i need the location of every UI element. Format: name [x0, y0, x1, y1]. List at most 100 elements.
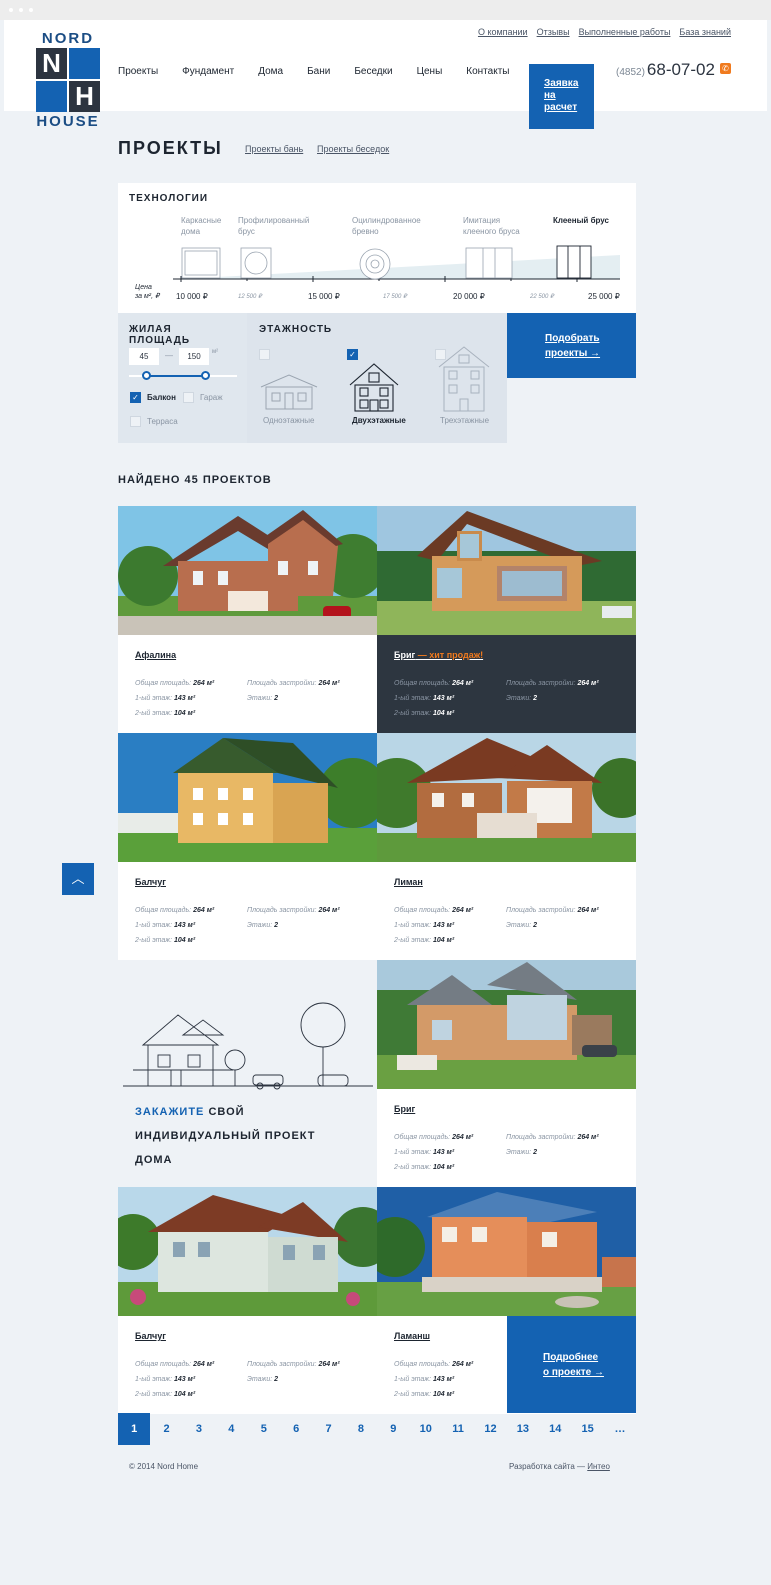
nav-prices[interactable]: Цены [417, 66, 443, 77]
page-link[interactable]: 5 [248, 1413, 280, 1445]
project-card[interactable]: Афалина Общая площадь: 264 м² 1-ый этаж: … [118, 506, 377, 733]
top-nav-about[interactable]: О компании [478, 27, 528, 37]
top-nav: О компании Отзывы Выполненные работы Баз… [478, 27, 731, 37]
page-link[interactable]: 14 [539, 1413, 571, 1445]
spec-value: 264 м² [318, 1361, 340, 1368]
terrace-checkbox[interactable] [130, 416, 141, 427]
project-card-hit[interactable]: Бриг — хит продаж! Общая площадь: 264 м²… [377, 506, 636, 733]
project-card[interactable]: Балчуг Общая площадь: 264 м² 1-ый этаж: 1… [118, 1187, 377, 1414]
phone-icon[interactable]: ✆ [720, 63, 731, 74]
custom-project-promo[interactable]: ЗАКАЖИТЕ СВОЙ ИНДИВИДУАЛЬНЫЙ ПРОЕКТ ДОМА [118, 960, 377, 1187]
request-quote-button[interactable]: Заявка на расчет [529, 64, 594, 129]
page-link[interactable]: 7 [312, 1413, 344, 1445]
balcony-label: Балкон [147, 393, 176, 402]
project-details-button[interactable]: Подробнее о проекте → [507, 1316, 636, 1413]
project-card[interactable]: Лиман Общая площадь: 264 м² 1-ый этаж: 14… [377, 733, 636, 960]
tech-log[interactable]: Оцилиндрованное бревно [352, 215, 421, 237]
page-link[interactable]: 12 [474, 1413, 506, 1445]
page-link[interactable]: 10 [410, 1413, 442, 1445]
spec-value: 104 м² [174, 1391, 196, 1398]
title-row: ПРОЕКТЫ Проекты бань Проекты беседок [118, 138, 389, 159]
logo-n: N [36, 48, 67, 79]
area-slider-range [146, 375, 205, 377]
project-card[interactable]: Бриг Общая площадь: 264 м² 1-ый этаж: 143… [377, 960, 636, 1187]
nav-gazebos[interactable]: Беседки [354, 66, 392, 77]
project-photo[interactable] [377, 960, 636, 1089]
find-projects-button[interactable]: Подобрать проекты → [507, 313, 636, 378]
tech-label: Оцилиндрованное [352, 216, 421, 225]
nav-foundation[interactable]: Фундамент [182, 66, 234, 77]
frame-section-icon [181, 247, 221, 279]
one-floor-house-icon [260, 374, 318, 410]
top-nav-reviews[interactable]: Отзывы [537, 27, 570, 37]
page-title: ПРОЕКТЫ [118, 138, 223, 158]
nav-houses[interactable]: Дома [258, 66, 283, 77]
house-render [118, 506, 377, 635]
page-link[interactable]: 6 [280, 1413, 312, 1445]
project-photo[interactable] [118, 1187, 377, 1316]
page-ellipsis[interactable]: … [604, 1413, 636, 1445]
page-link[interactable]: 11 [442, 1413, 474, 1445]
axis-label-line: Цена [135, 284, 152, 291]
project-photo[interactable] [118, 506, 377, 635]
spec-label: 2-ый этаж: [394, 1164, 432, 1171]
tech-frame[interactable]: Каркасные дома [181, 215, 221, 237]
project-name[interactable]: Лиман [394, 877, 423, 887]
page-link[interactable]: 2 [150, 1413, 182, 1445]
top-nav-knowledge[interactable]: База знаний [679, 27, 731, 37]
page-link-current[interactable]: 1 [118, 1413, 151, 1445]
two-floor-checkbox[interactable]: ✓ [347, 349, 358, 360]
project-card[interactable]: Балчуг Общая площадь: 264 м² 1-ый этаж: 1… [118, 733, 377, 960]
nav-baths[interactable]: Бани [307, 66, 330, 77]
top-nav-works[interactable]: Выполненные работы [579, 27, 671, 37]
spec-label: 2-ый этаж: [135, 710, 173, 717]
spec-label: Общая площадь: [135, 680, 192, 687]
nav-projects[interactable]: Проекты [118, 66, 158, 77]
project-name[interactable]: Балчуг [135, 877, 166, 887]
page-link[interactable]: 8 [345, 1413, 377, 1445]
gazebo-projects-link[interactable]: Проекты беседок [317, 144, 389, 154]
spec-value: 264 м² [452, 1361, 474, 1368]
area-from-input[interactable]: 45 [129, 348, 159, 365]
project-name[interactable]: Бриг [394, 1104, 415, 1114]
chevron-up-icon: ︿ [71, 871, 85, 886]
three-floor-label: Трехэтажные [440, 416, 490, 425]
tech-imitation[interactable]: Имитация клееного бруса [463, 215, 520, 237]
tech-label: Профилированный [238, 216, 310, 225]
project-photo[interactable] [377, 1187, 636, 1316]
garage-checkbox[interactable] [183, 392, 194, 403]
project-name[interactable]: Афалина [135, 650, 176, 660]
area-slider-max-handle[interactable] [201, 371, 210, 380]
garage-label: Гараж [200, 393, 223, 402]
balcony-checkbox[interactable]: ✓ [130, 392, 141, 403]
project-photo[interactable] [377, 733, 636, 862]
page-link[interactable]: 9 [377, 1413, 409, 1445]
area-to-input[interactable]: 150 [179, 348, 209, 365]
area-slider-track[interactable] [129, 371, 237, 380]
phone-number[interactable]: (4852) 68-07-02 [616, 60, 715, 80]
project-specs: Площадь застройки: 264 м² Этажи: 2 [247, 1357, 340, 1387]
project-name[interactable]: Балчуг [135, 1331, 166, 1341]
technology-panel: ТЕХНОЛОГИИ Каркасные дома Профилированный… [118, 183, 636, 313]
one-floor-checkbox[interactable] [259, 349, 270, 360]
scroll-up-button[interactable]: ︿ [62, 863, 94, 895]
project-name[interactable]: Бриг — хит продаж! [394, 650, 483, 660]
project-photo[interactable] [118, 733, 377, 862]
imitation-section-icon [465, 247, 513, 279]
more-btn-line: Подробнее [543, 1352, 599, 1363]
developer-link[interactable]: Интео [587, 1462, 610, 1471]
nav-contacts[interactable]: Контакты [466, 66, 509, 77]
page-link[interactable]: 15 [571, 1413, 603, 1445]
page-link[interactable]: 4 [215, 1413, 247, 1445]
page-link[interactable]: 13 [507, 1413, 539, 1445]
logo[interactable]: NORD N H HOUSE [35, 31, 101, 129]
developer-text: Разработка сайта — [509, 1462, 588, 1471]
page-link[interactable]: 3 [183, 1413, 215, 1445]
spec-label: Этажи: [506, 922, 532, 929]
tech-profiled[interactable]: Профилированный брус [238, 215, 309, 237]
project-name[interactable]: Ламанш [394, 1331, 430, 1341]
project-photo[interactable] [377, 506, 636, 635]
bath-projects-link[interactable]: Проекты бань [245, 144, 303, 154]
tech-glued[interactable]: Клееный брус [553, 215, 609, 226]
area-slider-min-handle[interactable] [142, 371, 151, 380]
